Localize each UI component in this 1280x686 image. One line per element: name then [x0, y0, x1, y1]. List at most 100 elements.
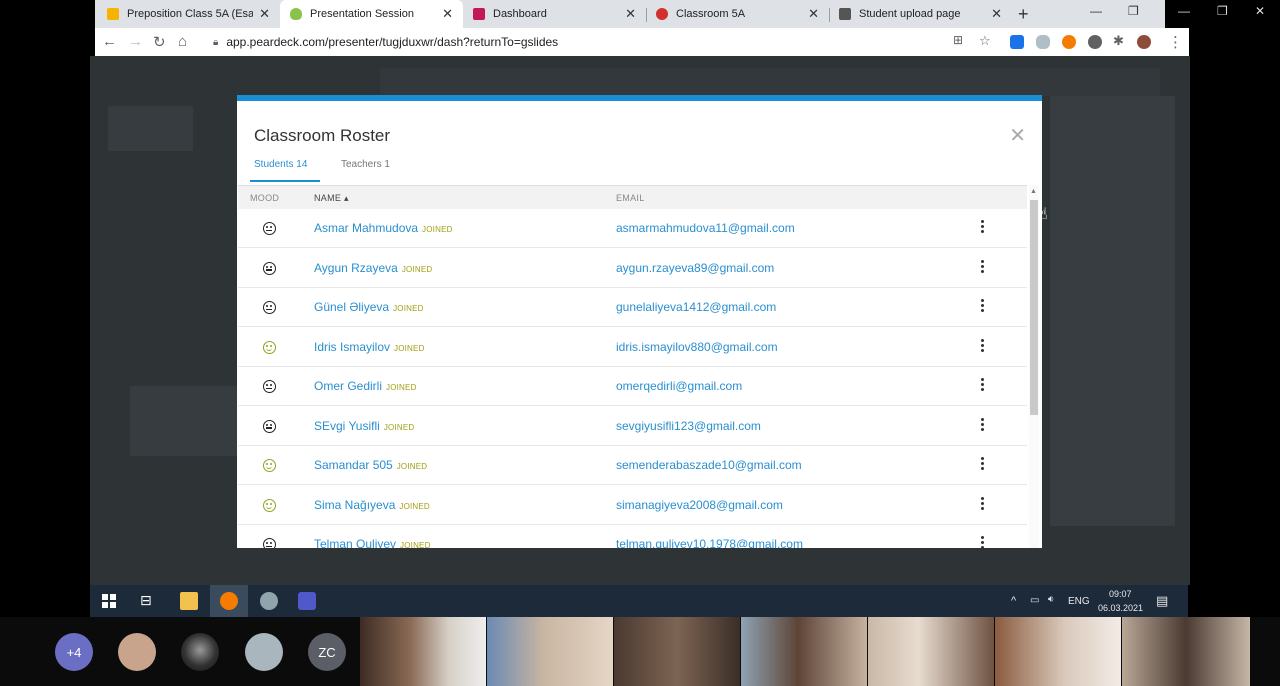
student-email[interactable]: gunelaliyeva1412@gmail.com [616, 300, 776, 314]
student-email[interactable]: idris.ismayilov880@gmail.com [616, 340, 778, 354]
row-menu-icon[interactable] [981, 220, 985, 236]
participant-video[interactable] [868, 617, 994, 686]
row-menu-icon[interactable] [981, 299, 985, 315]
translate-icon[interactable]: ⊞ [953, 33, 963, 47]
paint-app-icon[interactable] [260, 592, 278, 610]
student-name[interactable]: Aygun Rzayeva JOINED [314, 261, 432, 275]
task-view-icon[interactable]: ⊟ [140, 592, 158, 610]
student-name[interactable]: Sima Nağıyeva JOINED [314, 498, 430, 512]
extension-circle-icon[interactable] [1088, 35, 1102, 49]
participant-avatar[interactable] [245, 633, 283, 671]
forward-arrow-icon[interactable]: → [128, 33, 143, 50]
reload-icon[interactable]: ↻ [153, 33, 166, 51]
close-tab-icon[interactable]: ✕ [442, 6, 453, 22]
kebab-menu-icon[interactable]: ⋮ [1168, 33, 1183, 51]
row-menu-icon[interactable] [981, 496, 985, 513]
scroll-up-icon[interactable]: ▲ [1030, 188, 1037, 195]
file-explorer-icon[interactable] [180, 592, 198, 610]
student-name[interactable]: Idris Ismayilov JOINED [314, 340, 425, 354]
participant-avatar[interactable] [118, 633, 156, 671]
row-menu-icon[interactable] [981, 457, 985, 473]
close-tab-icon[interactable]: ✕ [259, 6, 270, 22]
table-row[interactable]: Omer Gedirli JOINED omerqedirli@gmail.com [238, 367, 1027, 406]
student-email[interactable]: semenderabaszade10@gmail.com [616, 458, 802, 472]
clock-date[interactable]: 06.03.2021 [1098, 603, 1143, 613]
overflow-participants-badge[interactable]: +4 [55, 633, 93, 671]
outer-restore-icon[interactable]: ❐ [1217, 4, 1228, 18]
row-menu-icon[interactable] [981, 378, 985, 394]
outer-close-icon[interactable]: ✕ [1255, 4, 1265, 18]
participant-video[interactable] [614, 617, 740, 686]
tab-preposition-class[interactable]: Preposition Class 5A (Esas) - G ✕ [97, 0, 280, 28]
table-row[interactable]: Günel Əliyeva JOINED gunelaliyeva1412@gmai… [238, 288, 1027, 327]
tab-students[interactable]: Students 14 [254, 159, 307, 170]
table-row[interactable]: Samandar 505 JOINED semenderabaszade10@gma… [238, 446, 1027, 485]
minimize-icon[interactable]: — [1090, 4, 1102, 18]
participant-video[interactable] [487, 617, 613, 686]
student-name[interactable]: Günel Əliyeva JOINED [314, 300, 424, 314]
home-icon[interactable]: ⌂ [178, 33, 187, 50]
scroll-down-icon[interactable]: ▼ [1030, 547, 1037, 548]
outer-minimize-icon[interactable]: — [1178, 4, 1190, 18]
student-email[interactable]: telman.quliyev10.1978@gmail.com [616, 537, 803, 548]
student-name[interactable]: Asmar Mahmudova JOINED [314, 221, 453, 235]
participant-video[interactable] [741, 617, 867, 686]
new-tab-plus-icon[interactable]: + [1018, 4, 1029, 25]
scrollbar-thumb[interactable] [1030, 200, 1038, 415]
participant-video[interactable] [995, 617, 1121, 686]
table-row[interactable]: Telman Quliyev JOINED telman.quliyev10.197… [238, 525, 1027, 548]
row-menu-icon[interactable] [981, 259, 985, 276]
language-indicator[interactable]: ENG [1068, 596, 1090, 607]
volume-icon[interactable]: 🔉︎ [1048, 594, 1054, 605]
participant-video[interactable] [360, 617, 486, 686]
tab-presentation-session[interactable]: Presentation Session ✕ [280, 0, 463, 28]
close-icon[interactable]: ✕ [1009, 123, 1026, 148]
student-email[interactable]: asmarmahmudova11@gmail.com [616, 221, 795, 235]
clock-time[interactable]: 09:07 [1109, 589, 1132, 599]
student-email[interactable]: aygun.rzayeva89@gmail.com [616, 261, 774, 275]
student-email[interactable]: simanagiyeva2008@gmail.com [616, 498, 783, 512]
windows-start-icon[interactable] [102, 594, 116, 608]
tab-teachers[interactable]: Teachers 1 [341, 159, 390, 170]
student-name[interactable]: Telman Quliyev JOINED [314, 537, 431, 548]
shield-extension-icon[interactable] [1036, 35, 1050, 49]
extension-icon[interactable] [1010, 35, 1024, 49]
teams-app-icon[interactable] [298, 592, 316, 610]
student-email[interactable]: sevgiyusifli123@gmail.com [616, 419, 761, 433]
close-tab-icon[interactable]: ✕ [808, 6, 819, 22]
table-row[interactable]: Idris Ismayilov JOINED idris.ismayilov880@… [238, 328, 1027, 367]
puzzle-extensions-icon[interactable]: ✱ [1113, 33, 1124, 49]
notification-center-icon[interactable]: ▤ [1156, 593, 1168, 609]
row-menu-icon[interactable] [981, 417, 985, 434]
column-header-name[interactable]: NAME ▴ [314, 193, 349, 204]
table-row[interactable]: Aygun Rzayeva JOINED aygun.rzayeva89@gmail… [238, 249, 1027, 288]
participant-video[interactable] [1122, 617, 1250, 686]
profile-avatar-icon[interactable] [1137, 35, 1151, 49]
tab-classroom[interactable]: Classroom 5A ✕ [646, 0, 829, 28]
student-name[interactable]: SEvgi Yusifli JOINED [314, 419, 414, 433]
chrome-app-icon[interactable] [220, 592, 238, 610]
row-menu-icon[interactable] [981, 338, 985, 355]
tab-dashboard[interactable]: Dashboard ✕ [463, 0, 646, 28]
restore-icon[interactable]: ❐ [1128, 4, 1139, 18]
participant-initials-avatar[interactable]: ZC [308, 633, 346, 671]
slides-icon [107, 8, 119, 20]
student-email[interactable]: omerqedirli@gmail.com [616, 379, 742, 393]
extension-c-icon[interactable] [1062, 35, 1076, 49]
bookmark-star-icon[interactable]: ☆ [979, 33, 991, 49]
scrollbar[interactable]: ▲ ▼ [1029, 185, 1039, 548]
close-tab-icon[interactable]: ✕ [625, 6, 636, 22]
network-icon[interactable]: ▭ [1030, 595, 1039, 606]
participant-avatar[interactable] [181, 633, 219, 671]
table-row[interactable]: SEvgi Yusifli JOINED sevgiyusifli123@gmail… [238, 407, 1027, 446]
student-name[interactable]: Samandar 505 JOINED [314, 458, 427, 472]
back-arrow-icon[interactable]: ← [102, 33, 117, 50]
row-menu-icon[interactable] [981, 536, 985, 548]
tab-student-upload[interactable]: Student upload page ✕ [829, 0, 1012, 28]
url-field[interactable]: 🔒︎ app.peardeck.com/presenter/tugjduxwr/… [213, 30, 1101, 54]
tray-chevron-icon[interactable]: ^ [1011, 595, 1016, 607]
table-row[interactable]: Sima Nağıyeva JOINED simanagiyeva2008@gmai… [238, 486, 1027, 525]
table-row[interactable]: Asmar Mahmudova JOINED asmarmahmudova11@gm… [238, 209, 1027, 248]
close-tab-icon[interactable]: ✕ [991, 6, 1002, 22]
student-name[interactable]: Omer Gedirli JOINED [314, 379, 417, 393]
